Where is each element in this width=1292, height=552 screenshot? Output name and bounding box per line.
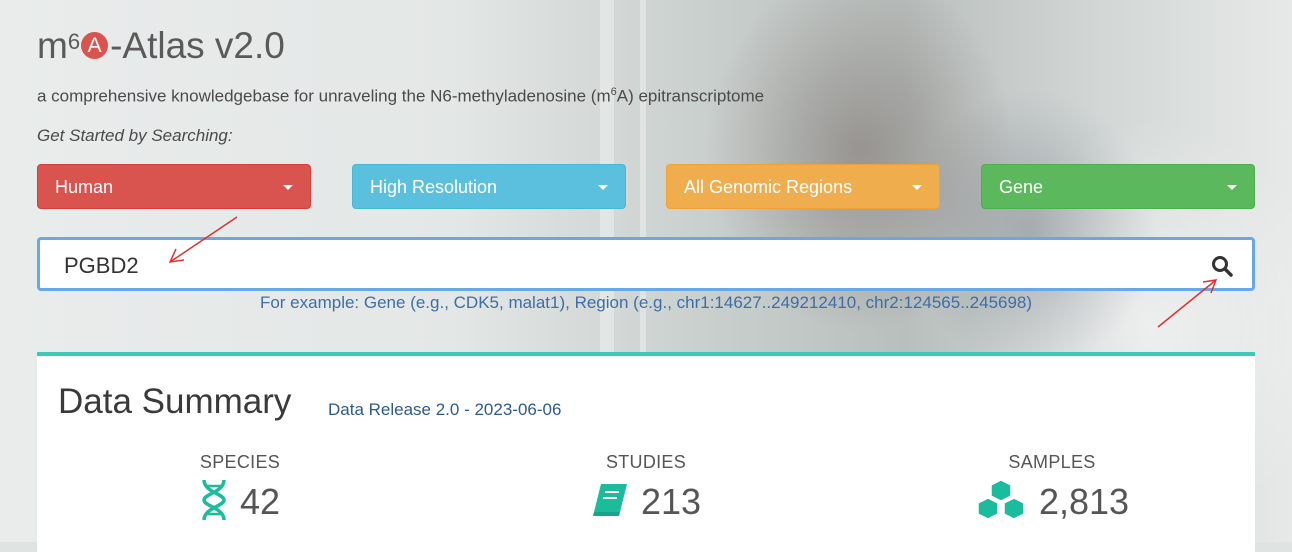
data-release-link[interactable]: Data Release 2.0 - 2023-06-06 — [328, 400, 561, 420]
search-type-select[interactable]: Gene — [981, 164, 1255, 209]
cubes-icon — [975, 478, 1027, 526]
data-summary-title: Data Summary — [58, 382, 292, 421]
species-stat-value: 42 — [239, 481, 281, 522]
search-type-select-label: Gene — [999, 177, 1044, 197]
search-example-hint: For example: Gene (e.g., CDK5, malat1), … — [259, 293, 1033, 312]
species-stat: SPECIES 42 — [90, 452, 390, 525]
book-icon — [591, 482, 629, 523]
studies-stat-label: STUDIES — [605, 452, 687, 472]
resolution-select[interactable]: High Resolution — [352, 164, 626, 209]
caret-down-icon — [912, 185, 922, 190]
caret-down-icon — [283, 185, 293, 190]
caret-down-icon — [1227, 185, 1237, 190]
species-select[interactable]: Human — [37, 164, 311, 209]
samples-stat: SAMPLES 2,813 — [902, 452, 1202, 525]
genomic-region-select[interactable]: All Genomic Regions — [666, 164, 940, 209]
studies-stat: STUDIES 213 — [496, 452, 796, 525]
search-input[interactable] — [62, 250, 1186, 282]
data-summary-panel: Data Summary Data Release 2.0 - 2023-06-… — [37, 352, 1255, 552]
species-select-label: Human — [55, 177, 114, 197]
resolution-select-label: High Resolution — [370, 177, 498, 197]
genomic-region-select-label: All Genomic Regions — [684, 177, 853, 197]
species-stat-label: SPECIES — [199, 452, 281, 472]
page-subtitle: a comprehensive knowledgebase for unrave… — [37, 86, 765, 106]
samples-stat-value: 2,813 — [1038, 481, 1130, 522]
a-badge-logo: A — [81, 31, 109, 59]
studies-stat-value: 213 — [640, 481, 702, 522]
page-title: m6 A -Atlas v2.0 — [37, 25, 285, 66]
samples-stat-label: SAMPLES — [1008, 452, 1096, 472]
caret-down-icon — [598, 185, 608, 190]
dna-icon — [200, 478, 228, 527]
search-icon[interactable] — [1210, 254, 1234, 278]
search-box — [37, 237, 1255, 291]
get-started-label: Get Started by Searching: — [37, 126, 233, 145]
